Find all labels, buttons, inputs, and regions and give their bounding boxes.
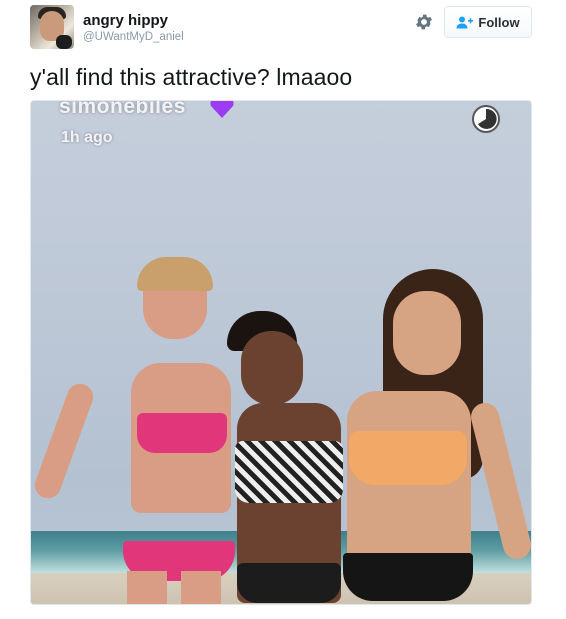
author-name[interactable]: angry hippy	[83, 12, 168, 29]
follow-button[interactable]: Follow	[444, 6, 532, 38]
photo-person-right	[31, 101, 531, 604]
tweet-text: y'all find this attractive? lmaaoo	[30, 64, 353, 90]
snap-username: simonebiles	[59, 100, 186, 118]
snap-timestamp: 1h ago	[61, 129, 113, 146]
tweet-photo[interactable]: simonebiles 1h ago	[30, 100, 532, 605]
timer-icon	[472, 105, 500, 133]
author-avatar[interactable]	[30, 5, 74, 49]
author-handle[interactable]: @UWantMyD_aniel	[83, 31, 184, 43]
follow-label: Follow	[478, 14, 520, 30]
avatar-cat	[56, 35, 72, 49]
add-user-icon	[456, 16, 474, 28]
gear-icon[interactable]	[414, 12, 434, 32]
purple-heart-icon	[210, 101, 234, 118]
